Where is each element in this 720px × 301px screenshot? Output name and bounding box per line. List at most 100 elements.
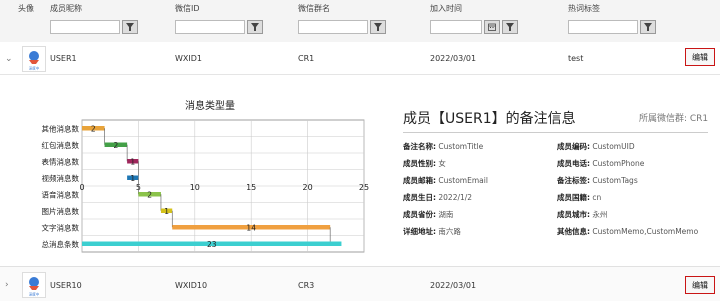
info-field-value: 永州: [590, 210, 608, 219]
edit-button[interactable]: 编辑: [685, 48, 715, 66]
x-tick-label: 0: [79, 183, 84, 192]
y-tick-label: 其他消息数: [42, 123, 80, 133]
cell-group-name: CR3: [298, 281, 315, 290]
data-label: 2: [91, 124, 96, 133]
data-label: 23: [207, 240, 217, 249]
col-hot-tags[interactable]: 热词标签: [568, 3, 600, 14]
info-field: 成员国籍: cn: [557, 192, 601, 203]
info-field: 详细地址: 南六路: [403, 226, 461, 237]
info-field: 成员性别: 女: [403, 158, 446, 169]
x-tick-label: 25: [359, 183, 369, 192]
cell-wechat-id: WXID10: [175, 281, 208, 290]
info-field: 成员电话: CustomPhone: [557, 158, 644, 169]
y-tick-label: 视频消息数: [42, 173, 80, 183]
chevron-right-icon[interactable]: ›: [5, 280, 9, 290]
info-field: 备注名称: CustomTitle: [403, 141, 483, 152]
filter-nickname-input[interactable]: [50, 20, 120, 34]
table-row[interactable]: ⌄ 深度中 USER1 WXID1 CR1 2022/03/01 test 编辑: [0, 42, 720, 74]
cell-join-time: 2022/03/01: [430, 54, 477, 63]
y-tick-label: 表情消息数: [42, 156, 80, 166]
col-join-time[interactable]: 加入时间: [430, 3, 462, 14]
cell-join-time: 2022/03/01: [430, 281, 477, 290]
info-field-value: 2022/1/2: [436, 193, 473, 202]
y-tick-label: 文字消息数: [42, 222, 80, 232]
info-field: 其他信息: CustomMemo,CustomMemo: [557, 226, 698, 237]
filter-hot-tags-input[interactable]: [568, 20, 638, 34]
info-field-value: CustomUID: [590, 142, 635, 151]
filter-join-time-input[interactable]: [430, 20, 482, 34]
info-field-label: 成员邮箱:: [403, 176, 436, 185]
info-field-label: 成员电话:: [557, 159, 590, 168]
info-field-value: 南六路: [436, 227, 461, 236]
x-tick-label: 20: [303, 183, 313, 192]
info-field-label: 成员省份:: [403, 210, 436, 219]
data-label: 2: [113, 141, 118, 150]
info-field-value: cn: [590, 193, 602, 202]
cell-nickname: USER10: [50, 281, 82, 290]
filter-group-name-input[interactable]: [298, 20, 368, 34]
grid-header: 头像 成员昵称 微信ID 微信群名 加入时间 热词标签: [0, 0, 720, 43]
filter-icon[interactable]: [502, 20, 518, 34]
y-tick-label: 语音消息数: [42, 189, 80, 199]
info-field-value: 女: [436, 159, 446, 168]
filter-icon[interactable]: [247, 20, 263, 34]
data-label: 2: [147, 190, 152, 199]
info-field-value: CustomMemo,CustomMemo: [590, 227, 699, 236]
message-type-chart: 0 5 10 15 20 25其他消息数 2红包消息数 2表情消息数 1视频消息数 1语音消息数 2…: [42, 119, 369, 253]
chevron-down-icon[interactable]: ⌄: [5, 54, 13, 64]
info-group-label: 所属微信群: CR1: [639, 114, 709, 124]
info-field-label: 详细地址:: [403, 227, 436, 236]
edit-button[interactable]: 编辑: [685, 276, 715, 294]
data-label: 1: [130, 157, 135, 166]
x-tick-label: 15: [246, 183, 256, 192]
info-field: 成员邮箱: CustomEmail: [403, 175, 488, 186]
svg-text:深度中: 深度中: [29, 292, 40, 297]
info-field-label: 备注名称:: [403, 142, 436, 151]
info-field-value: CustomTags: [590, 176, 638, 185]
y-tick-label: 图片消息数: [42, 206, 80, 216]
avatar: 深度中: [22, 272, 46, 298]
filter-nickname: [50, 20, 138, 34]
avatar: 深度中: [22, 46, 46, 72]
cell-hot-tags: test: [568, 54, 584, 63]
info-title: 成员【USER1】的备注信息: [403, 111, 576, 127]
data-label: 1: [130, 174, 135, 183]
info-field-label: 其他信息:: [557, 227, 590, 236]
avatar-logo-icon: 深度中: [29, 277, 40, 297]
info-field: 备注标签: CustomTags: [557, 175, 638, 186]
info-field-label: 成员生日:: [403, 193, 436, 202]
filter-wechat-id-input[interactable]: [175, 20, 245, 34]
col-nickname[interactable]: 成员昵称: [50, 3, 82, 14]
svg-text:深度中: 深度中: [29, 66, 40, 71]
data-label: 1: [164, 207, 169, 216]
y-tick-label: 总消息条数: [42, 239, 80, 249]
cell-group-name: CR1: [298, 54, 315, 63]
info-field-value: 湖南: [436, 210, 454, 219]
data-label: 14: [246, 223, 256, 232]
calendar-icon[interactable]: [484, 20, 500, 34]
cell-wechat-id: WXID1: [175, 54, 202, 63]
cell-nickname: USER1: [50, 54, 77, 63]
filter-hot-tags: [568, 20, 656, 34]
filter-icon[interactable]: [370, 20, 386, 34]
y-tick-label: 红包消息数: [42, 140, 80, 150]
filter-join-time: [430, 20, 518, 34]
info-field-value: CustomEmail: [436, 176, 488, 185]
col-wechat-id[interactable]: 微信ID: [175, 3, 200, 14]
filter-icon[interactable]: [122, 20, 138, 34]
col-group-name[interactable]: 微信群名: [298, 3, 330, 14]
chart-title: 消息类型量: [185, 101, 235, 112]
info-field: 成员城市: 永州: [557, 209, 607, 220]
info-field-value: CustomPhone: [590, 159, 645, 168]
info-field: 成员生日: 2022/1/2: [403, 192, 472, 203]
info-field-label: 成员国籍:: [557, 193, 590, 202]
info-field-label: 成员城市:: [557, 210, 590, 219]
info-field-label: 备注标签:: [557, 176, 590, 185]
filter-icon[interactable]: [640, 20, 656, 34]
info-field: 成员编码: CustomUID: [557, 141, 635, 152]
avatar-logo-icon: 深度中: [29, 51, 40, 71]
table-row[interactable]: › 深度中 USER10 WXID10 CR3 2022/03/01 编辑: [0, 266, 720, 301]
info-field-label: 成员编码:: [557, 142, 590, 151]
filter-wechat-id: [175, 20, 263, 34]
info-field: 成员省份: 湖南: [403, 209, 453, 220]
